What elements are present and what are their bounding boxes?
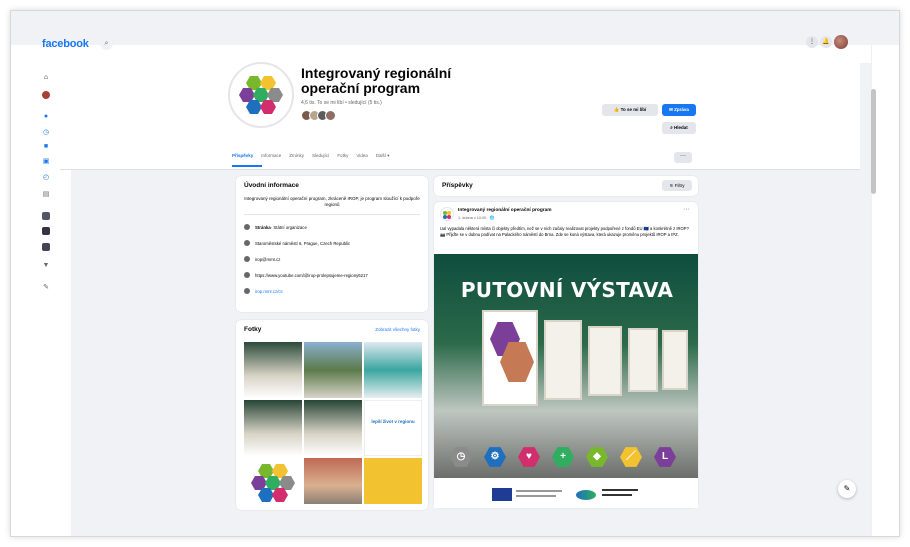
tab-photos[interactable]: Fotky [337, 153, 348, 159]
priority-hex-icon: ⚙ [484, 447, 506, 467]
page-profile-picture[interactable] [228, 62, 294, 128]
mail-icon [244, 256, 250, 262]
home-icon[interactable]: ⌂ [42, 74, 50, 82]
message-button[interactable]: ✉ Zpráva [662, 104, 696, 116]
exhibition-panel [662, 330, 688, 390]
photo-thumbnail[interactable] [244, 400, 302, 456]
compose-message-icon[interactable]: ✎ [838, 480, 856, 498]
photos-title: Fotky [244, 326, 262, 333]
post-author-avatar[interactable] [440, 207, 454, 221]
photo-thumbnail[interactable]: lepší život v regionu [364, 400, 422, 456]
youtube-icon [244, 272, 250, 278]
exhibition-panel [628, 328, 658, 392]
photo-thumbnail[interactable] [244, 458, 302, 504]
posts-title: Příspěvky [442, 182, 473, 189]
facebook-logo[interactable]: facebook [42, 38, 89, 50]
see-more-icon[interactable]: ▼ [42, 262, 50, 270]
eu-flag-icon [492, 488, 512, 501]
saved-icon[interactable]: ■ [42, 143, 50, 151]
edit-shortcuts-icon[interactable]: ✎ [42, 284, 50, 292]
post-text: Ual vypadala některá místa či objekty př… [440, 226, 689, 237]
clock-icon[interactable]: ◴ [42, 174, 50, 182]
info-row-youtube[interactable]: https://www.youtube.com/@irop-prolepsuje… [244, 272, 368, 278]
shortcut-3-icon[interactable] [42, 243, 50, 251]
tab-followers[interactable]: Sledující [312, 153, 329, 159]
shortcut-2-icon[interactable] [42, 227, 50, 235]
groups-icon[interactable]: ▣ [42, 158, 50, 166]
follower-avatar[interactable] [325, 110, 336, 121]
filter-icon: ⚟ [669, 183, 674, 188]
search-icon[interactable]: ⌕ [100, 37, 113, 50]
menu-icon[interactable]: ⋮ [806, 36, 818, 48]
tab-posts[interactable]: Příspěvky [232, 153, 253, 159]
sponsor-logos [434, 478, 698, 508]
post-timestamp[interactable]: 1. dubna v 10:00 · 🌐 [458, 215, 494, 220]
page-stats[interactable]: 4,6 tis. To se mi líbí • sledující (5 ti… [301, 100, 382, 106]
shortcut-1-icon[interactable] [42, 212, 50, 220]
info-row-address: Staroměstské náměstí 6, Prague, Czech Re… [244, 240, 350, 246]
thumbs-up-icon: 👍 [613, 107, 620, 112]
ministry-logo-icon [576, 490, 596, 500]
feeds-icon[interactable]: ▤ [42, 191, 50, 199]
memories-icon[interactable]: ◷ [42, 129, 50, 137]
follower-faces[interactable] [301, 110, 336, 121]
see-all-photos-link[interactable]: Zobrazit všechny fotky [375, 327, 420, 332]
intro-title: Úvodní informace [244, 182, 299, 189]
exhibition-panel [544, 320, 582, 400]
irop-logo-icon [251, 464, 295, 502]
priority-hex-icon: ／ [620, 447, 642, 467]
post-author-name[interactable]: Integrovaný regionální operační program [458, 208, 552, 213]
info-row-website[interactable]: irop.mmr.cz/cs [244, 288, 283, 294]
tab-about[interactable]: Informace [261, 153, 281, 159]
friends-icon[interactable]: ● [42, 113, 50, 121]
tab-more[interactable]: Další ▾ [376, 153, 390, 159]
photo-thumbnail[interactable] [304, 400, 362, 456]
search-icon: ⌕ [670, 125, 673, 130]
exhibition-panel [588, 326, 622, 396]
post-options-icon[interactable]: ··· [683, 206, 690, 213]
profile-avatar[interactable] [42, 91, 50, 99]
banner-title: PUTOVNÍ VÝSTAVA [460, 278, 674, 302]
page-title: Integrovaný regionální operační program [301, 65, 452, 96]
info-row-category: Stránka · Státní organizace [244, 224, 307, 230]
photo-thumbnail[interactable] [304, 342, 362, 398]
priority-icons-row: ◷ ⚙ ♥ + ◆ ／ L [450, 446, 676, 468]
notifications-icon[interactable]: 🔔 [820, 36, 832, 48]
active-tab-indicator [232, 165, 262, 167]
photo-thumbnail[interactable] [364, 342, 422, 398]
filters-button[interactable]: ⚟ Filtry [662, 180, 692, 191]
post-image[interactable]: PUTOVNÍ VÝSTAVA ◷ ⚙ ♥ + ◆ ／ L [434, 254, 698, 478]
scrollbar-thumb[interactable] [871, 89, 876, 194]
messenger-icon: ✉ [669, 107, 673, 112]
priority-hex-icon: ♥ [518, 447, 540, 467]
info-icon [244, 224, 250, 230]
intro-description: Integrovaný regionální operační program,… [244, 196, 420, 207]
divider [244, 214, 420, 215]
web-icon [244, 288, 250, 294]
more-options-button[interactable]: ··· [674, 152, 692, 163]
irop-logo-icon [443, 211, 451, 219]
info-row-email[interactable]: irop@mmr.cz [244, 256, 280, 262]
photo-thumbnail[interactable] [304, 458, 362, 504]
photo-thumbnail[interactable] [244, 342, 302, 398]
search-page-button[interactable]: ⌕ Hledat [662, 122, 696, 134]
page-tabs: Příspěvky Informace Zmínky Sledující Fot… [232, 153, 390, 159]
tab-mentions[interactable]: Zmínky [289, 153, 304, 159]
priority-hex-icon: ◆ [586, 447, 608, 467]
exhibition-panel [482, 310, 538, 406]
irop-logo-icon [239, 76, 283, 114]
account-avatar[interactable] [834, 35, 848, 49]
like-page-button[interactable]: 👍 To se mi líbí [602, 104, 658, 116]
tab-videos[interactable]: Videa [356, 153, 367, 159]
priority-hex-icon: L [654, 447, 676, 467]
priority-hex-icon: ◷ [450, 447, 472, 467]
posts-header: Příspěvky ⚟ Filtry [434, 176, 698, 196]
photo-thumbnail[interactable] [364, 458, 422, 504]
intro-card: Úvodní informace Integrovaný regionální … [236, 176, 428, 312]
priority-hex-icon: + [552, 447, 574, 467]
location-icon [244, 240, 250, 246]
